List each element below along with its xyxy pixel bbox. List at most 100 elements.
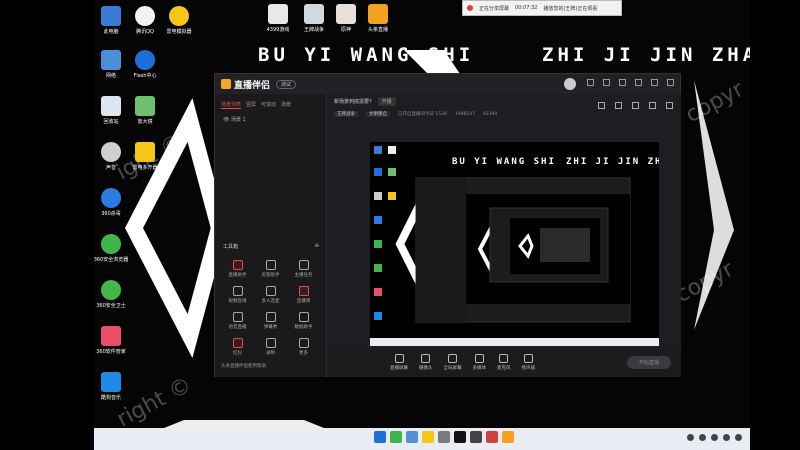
skin-icon[interactable] — [603, 79, 610, 86]
add-media-button[interactable]: 多媒体 — [473, 353, 486, 371]
app-name: 直播伴侣 — [234, 80, 271, 91]
windows-start-icon[interactable] — [374, 431, 386, 443]
desktop-icon-360-antivirus[interactable]: 360杀毒 — [87, 188, 135, 217]
stage-info: 已开启直播间今日 1538 — [398, 112, 447, 117]
desktop-icon-leidian[interactable]: 雷电模拟器 — [155, 6, 203, 35]
live-preview[interactable]: BU YI WANG SHI ZHI JI JIN ZHAO — [370, 142, 659, 346]
battery-tray-icon[interactable] — [735, 434, 742, 441]
close-icon[interactable] — [667, 79, 674, 86]
desktop-icon-label: 头条直播 — [367, 27, 388, 33]
maximize-icon[interactable] — [651, 79, 658, 86]
add-camera-button[interactable]: 摄像头 — [419, 353, 433, 371]
desktop-icon-label: 王牌战争 — [303, 27, 324, 33]
qq-icon — [135, 6, 155, 26]
guard-360-icon — [101, 280, 121, 300]
video-link-icon — [232, 286, 243, 296]
bell-icon[interactable] — [649, 102, 656, 109]
window-titlebar[interactable]: 直播伴侣 测试 — [215, 74, 680, 94]
stage-meta: 王牌战争 文明重启 已开启直播间今日 1538 1998247 93394 — [328, 108, 681, 120]
scene-panel: 场景列表 竖屏 可滚动 场景 👁 场景 1 工具箱 ⊖ 直播助手 房管助手 主播… — [215, 94, 327, 377]
desktop-icon-label: 360安全卫士 — [96, 303, 126, 309]
qq-tray-icon[interactable] — [699, 434, 706, 441]
live-assistant-icon — [232, 260, 243, 270]
live-companion-window[interactable]: 直播伴侣 测试 场景列表 竖屏 可滚动 场景 👁 场景 1 工具箱 ⊖ 直播助手… — [214, 73, 681, 377]
layout-icon[interactable] — [598, 102, 605, 109]
edit-icon[interactable] — [615, 102, 622, 109]
desktop-icon-toutiao-live[interactable]: 头条直播 — [354, 4, 402, 33]
help-link[interactable]: 头条直播伴侣使用帮助 — [221, 363, 266, 369]
microphone-icon — [499, 353, 509, 363]
volume-tray-icon[interactable] — [723, 434, 730, 441]
tab-scene[interactable]: 场景 — [281, 101, 291, 109]
microphone-button[interactable]: 麦克风 — [497, 353, 511, 371]
version-badge[interactable]: 测试 — [276, 79, 297, 89]
tool-red-packet[interactable]: 红包 — [221, 338, 254, 356]
wallpaper-shard-bottom — [164, 420, 324, 428]
recording-dot-icon — [467, 5, 473, 11]
tool-record[interactable]: 录制 — [254, 338, 287, 356]
game-4399-icon — [268, 4, 288, 24]
taskbar-app-icon[interactable] — [438, 431, 450, 443]
desktop-icon-kugou[interactable]: 酷狗音乐 — [87, 372, 135, 401]
share-icon[interactable] — [666, 102, 673, 109]
tool-voice-live[interactable]: 语音直播 — [221, 312, 254, 330]
desktop-icon-label: 360软件管家 — [96, 349, 126, 355]
screen-share-bar[interactable]: 正在分享屏幕 00:07:32 播放您的(王牌)正在观看 — [462, 0, 622, 16]
desktop-icon-label: 腾讯QQ — [136, 29, 154, 35]
tray-arrow-icon[interactable] — [687, 434, 694, 441]
desktop-icon-360-browser[interactable]: 360安全浏览器 — [87, 234, 135, 263]
tool-live-assistant[interactable]: 直播助手 — [221, 260, 254, 278]
tool-host-task[interactable]: 主播任务 — [287, 260, 320, 278]
note-icon[interactable] — [632, 102, 639, 109]
eye-icon[interactable]: 👁 — [223, 117, 229, 123]
desktop-icon-360-guard[interactable]: 360安全卫士 — [87, 280, 135, 309]
network-tray-icon[interactable] — [711, 434, 718, 441]
tool-live-class[interactable]: 直播课 — [287, 286, 320, 304]
settings-icon[interactable] — [587, 79, 594, 86]
start-live-button[interactable]: 开始直播 — [627, 356, 671, 369]
desktop-icon-leidian-multi[interactable]: 雷电多开器 — [121, 142, 169, 171]
tool-label: 更多 — [299, 351, 308, 356]
software-360-icon — [101, 326, 121, 346]
live-class-icon — [298, 286, 309, 296]
qq-taskbar-icon[interactable] — [454, 431, 466, 443]
taskbar-app-icon[interactable] — [486, 431, 498, 443]
tool-data-assistant[interactable]: 数据助手 — [287, 312, 320, 330]
scene-item[interactable]: 👁 场景 1 — [215, 113, 326, 126]
category-tag[interactable]: 文明重启 — [366, 111, 390, 117]
tab-scene-list[interactable]: 场景列表 — [221, 101, 242, 109]
desktop-icon-magnifier[interactable]: 放大镜 — [121, 96, 169, 125]
taskbar-app-icon[interactable] — [470, 431, 482, 443]
desktop-icon-label: 原神 — [340, 27, 351, 33]
desktop-icon-label: 360安全浏览器 — [93, 257, 129, 263]
browser-icon[interactable] — [390, 431, 402, 443]
avatar[interactable] — [564, 78, 576, 90]
add-fullscreen-button[interactable]: 全局屏幕 — [444, 353, 462, 371]
desktop-icon-label: 酷狗音乐 — [100, 395, 121, 401]
tool-video-link[interactable]: 视频连线 — [221, 286, 254, 304]
file-explorer-icon[interactable] — [422, 431, 434, 443]
stage-title[interactable]: 新场景到底需要? — [334, 98, 372, 105]
desktop-icon-360-software[interactable]: 360软件管家 — [87, 326, 135, 355]
toolbox-more-icon[interactable]: ⊖ — [315, 243, 319, 250]
stage-area: 新场景到底需要? 开播 王牌战争 文明重启 已开启直播间今日 1538 1998… — [328, 94, 681, 377]
tool-room-admin[interactable]: 房管助手 — [254, 260, 287, 278]
live-companion-taskbar-icon[interactable] — [502, 431, 514, 443]
stage-pill-button[interactable]: 开播 — [377, 96, 396, 106]
speaker-button[interactable]: 扬声器 — [522, 353, 535, 371]
tool-label: 视频连线 — [228, 299, 247, 304]
minimize-icon[interactable] — [635, 79, 642, 86]
add-screen-source-button[interactable]: 直播屏幕 — [390, 353, 408, 371]
data-icon — [298, 312, 309, 322]
settings-app-icon[interactable] — [406, 431, 418, 443]
tool-more[interactable]: 更多 — [287, 338, 320, 356]
category-tag[interactable]: 王牌战争 — [334, 111, 358, 117]
tab-scrollable[interactable]: 可滚动 — [261, 101, 276, 109]
tool-multi-mic[interactable]: 多人连麦 — [254, 286, 287, 304]
speaker-icon — [523, 353, 533, 363]
tool-danmaku[interactable]: 弹幕秀 — [254, 312, 287, 330]
stage-actions — [598, 102, 673, 109]
tab-vertical[interactable]: 竖屏 — [246, 101, 256, 109]
desktop-icon-flash[interactable]: Flash中心 — [121, 50, 169, 79]
menu-icon[interactable] — [619, 79, 626, 86]
